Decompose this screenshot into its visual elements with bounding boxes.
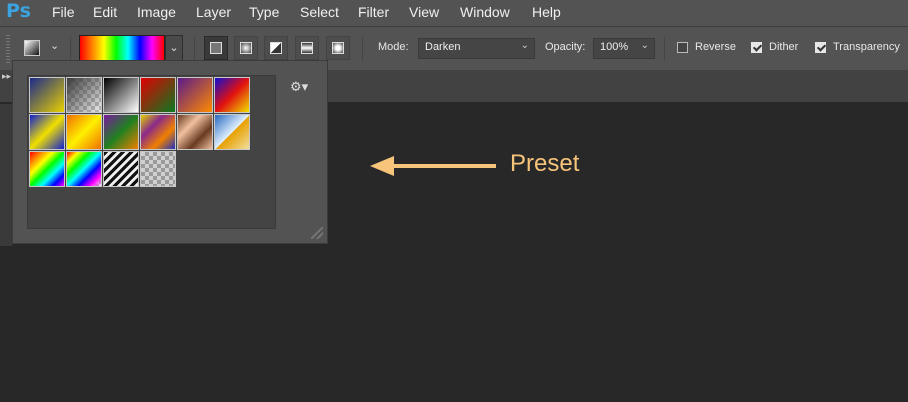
options-bar-grip[interactable] [6,35,10,63]
gear-icon[interactable]: ⚙▾ [290,80,308,95]
reverse-label: Reverse [695,41,736,53]
mode-select[interactable]: Darken ⌄ [418,38,535,59]
annotation-label: Preset [510,150,580,177]
resize-handle[interactable] [311,227,323,239]
gradient-picker-chevron-down-icon[interactable]: ⌄ [165,35,183,61]
photoshop-logo: Ps [6,0,31,22]
tools-panel-edge [0,104,12,246]
transparency-checkbox[interactable] [815,42,826,53]
preset-blue-yellow-blue[interactable] [29,114,65,150]
preset-blue-red-yellow[interactable] [214,77,250,113]
reflected-gradient-button[interactable] [295,36,319,60]
preset-orange-yellow-orange[interactable] [66,114,102,150]
gradient-preset-picker: ⚙▾ [12,60,328,244]
preset-transparent-rainbow[interactable] [66,151,102,187]
opacity-value: 100% [600,41,629,53]
angle-gradient-icon [270,42,282,54]
opacity-field[interactable]: 100% ⌄ [593,38,655,59]
separator [362,37,363,61]
preset-blue-yellow[interactable] [29,77,65,113]
menu-view[interactable]: View [409,4,439,20]
gradient-editor-swatch[interactable] [79,35,165,61]
linear-gradient-icon [210,42,222,54]
radial-gradient-button[interactable] [234,36,258,60]
tool-preset-chevron-down-icon[interactable]: ⌄ [50,39,59,52]
chevron-down-icon[interactable]: ⌄ [641,40,649,51]
mode-label: Mode: [378,41,409,53]
menu-select[interactable]: Select [300,4,339,20]
annotation-arrow-icon [370,156,496,176]
angle-gradient-button[interactable] [264,36,288,60]
preset-spectrum[interactable] [29,151,65,187]
preset-checker-transparent[interactable] [66,77,102,113]
preset-checker-transparent-2[interactable] [140,151,176,187]
transparency-label: Transparency [833,41,900,53]
menu-window[interactable]: Window [460,4,510,20]
dither-checkbox[interactable] [751,42,762,53]
preset-black-white[interactable] [103,77,139,113]
preset-transparent-stripes[interactable] [103,151,139,187]
menu-layer[interactable]: Layer [196,4,231,20]
separator [664,37,665,61]
preset-violet-green-orange[interactable] [103,114,139,150]
menu-edit[interactable]: Edit [93,4,117,20]
menu-bar: Ps File Edit Image Layer Type Select Fil… [0,0,908,26]
separator [194,37,195,61]
expand-panels-icon[interactable]: ▸▸ [2,72,11,82]
diamond-gradient-button[interactable] [326,36,350,60]
menu-type[interactable]: Type [249,4,279,20]
diamond-gradient-icon [332,42,344,54]
radial-gradient-icon [240,42,252,54]
menu-filter[interactable]: Filter [358,4,389,20]
preset-chrome[interactable] [214,114,250,150]
preset-red-green[interactable] [140,77,176,113]
opacity-label: Opacity: [545,41,586,53]
chevron-down-icon: ⌄ [520,40,529,51]
menu-help[interactable]: Help [532,4,561,20]
linear-gradient-button[interactable] [204,36,228,60]
dither-label: Dither [769,41,799,53]
menu-image[interactable]: Image [137,4,176,20]
preset-copper[interactable] [177,114,213,150]
preset-violet-orange[interactable] [177,77,213,113]
separator [70,37,71,61]
gradient-tool-icon[interactable] [24,40,40,56]
preset-yellow-violet-orange-blue[interactable] [140,114,176,150]
mode-value: Darken [425,41,461,53]
preset-grid [27,75,276,229]
reflected-gradient-icon [301,42,313,54]
reverse-checkbox[interactable] [677,42,688,53]
menu-file[interactable]: File [52,4,75,20]
